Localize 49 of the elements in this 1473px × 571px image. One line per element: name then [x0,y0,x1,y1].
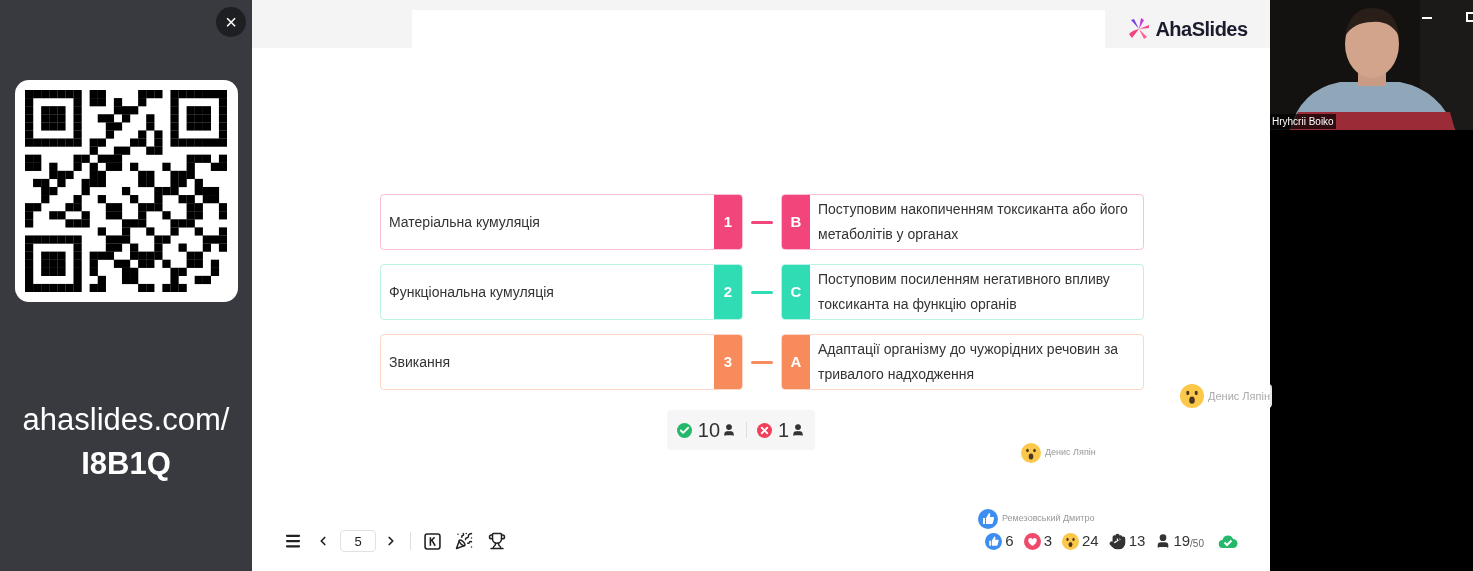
maximize-icon[interactable] [1466,12,1473,22]
number-badge: 3 [714,335,742,389]
thumbs-up-icon [978,509,998,529]
reactor-name: Денис Ляпін [1208,388,1270,404]
cloud-check-icon [1218,533,1238,549]
reactor-name: Денис Ляпін [1045,446,1096,460]
connector-line [751,290,773,294]
person-icon [791,423,806,437]
logo-text: AhaSlides [1155,17,1248,42]
cross-icon [757,422,773,438]
trophy-icon[interactable] [488,532,506,550]
left-item-text: Функціональна кумуляція [388,282,555,302]
right-item-text: Поступовим накопиченням токсиканта або його метаболітів у органах [818,200,1129,244]
reaction-count: 3 [1043,530,1053,551]
letter-badge: C [782,265,810,319]
audience-max: /50 [1190,537,1204,551]
correct-count: 10 [697,418,721,443]
join-url: ahaslides.com/ [22,401,230,439]
reaction-count: 24 [1082,530,1099,551]
connector-line [751,360,773,364]
right-item-text: Поступовим посиленням негативного впливу токсиканта на функцію органів [818,270,1111,314]
reactor-name: Ремезовський Дмитро [1002,512,1095,526]
audience-count: 19 [1173,530,1191,551]
letter-badge: A [782,335,810,389]
logo-icon [1127,17,1152,41]
connector-line [751,220,773,224]
check-icon [676,422,692,438]
number-badge: 1 [714,195,742,249]
participant-name: Hryhcrii Boiko [1270,114,1336,129]
menu-icon[interactable] [284,532,302,550]
wow-emoji-icon [1062,532,1080,550]
right-item-text: Адаптації організму до чужорідних речовин за тривалого надходження [818,340,1120,384]
raised-hand-icon [1108,532,1126,550]
number-badge: 2 [714,265,742,319]
slide-number-field[interactable]: 5 [340,530,376,552]
party-popper-icon[interactable] [455,532,473,550]
left-item-text: Звикання [388,352,451,372]
person-icon [722,423,737,437]
incorrect-count: 1 [778,418,790,443]
letter-badge: B [782,195,810,249]
keyboard-key-icon[interactable] [424,532,441,550]
join-code: I8B1Q [81,445,171,483]
reaction-count: 13 [1128,530,1146,551]
thumbs-up-icon [985,532,1003,550]
wow-emoji-icon [1021,443,1041,463]
close-button[interactable]: × [216,7,246,37]
left-item-text: Матеріальна кумуляція [388,212,541,232]
wow-emoji-icon [1180,384,1204,408]
reaction-count: 6 [1005,530,1014,551]
